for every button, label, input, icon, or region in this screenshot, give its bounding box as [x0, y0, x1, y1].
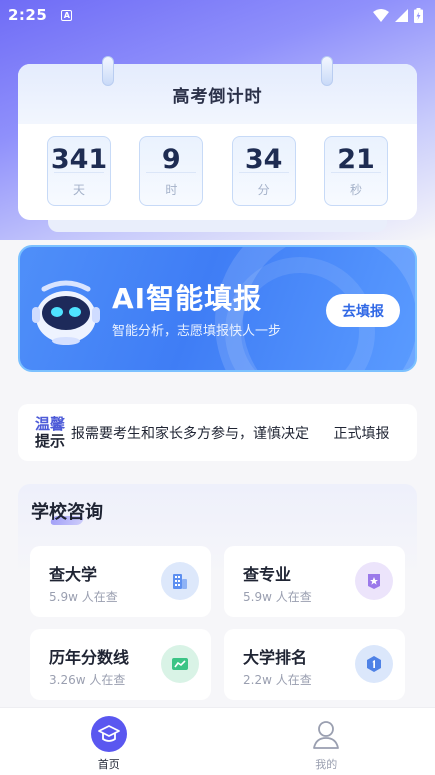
status-icons: [373, 7, 423, 23]
calendar-ring-left: [102, 56, 114, 86]
countdown-cells: 341 天 9 时 34 分 21 秒: [18, 136, 417, 206]
ai-banner-title: AI智能填报: [112, 282, 263, 315]
building-icon: [161, 562, 199, 600]
section-title: 学校咨询: [31, 502, 103, 523]
countdown-seconds: 21 秒: [323, 136, 388, 206]
countdown-header: 高考倒计时: [18, 64, 417, 124]
ai-banner-subtitle: 智能分析，志愿填报快人一步: [112, 324, 282, 339]
countdown-value: 34: [244, 143, 283, 175]
rank-shield-icon: [355, 645, 393, 683]
card-subtitle: 5.9w 人在查: [243, 590, 312, 604]
countdown-unit: 秒: [349, 182, 362, 197]
card-subtitle: 5.9w 人在查: [49, 590, 118, 604]
trend-card-icon: [161, 645, 199, 683]
tip-label-line1: 温馨: [35, 414, 66, 433]
nav-home-label: 首页: [97, 758, 120, 771]
tip-message: 正式填报: [333, 425, 390, 442]
ai-fill-banner[interactable]: AI智能填报 智能分析，志愿填报快人一步 去填报: [18, 245, 417, 372]
card-title: 查大学: [49, 565, 98, 584]
card-search-major[interactable]: 查专业 5.9w 人在查: [224, 546, 405, 617]
card-university-ranking[interactable]: 大学排名 2.2w 人在查: [224, 629, 405, 700]
countdown-unit: 天: [72, 182, 85, 197]
robot-icon: [32, 280, 100, 345]
tip-label: 温馨 提示: [35, 414, 71, 450]
school-consult-section: 学校咨询 查大学 5.9w 人在查 查专业 5.9w 人在查 历年分数线 3.2…: [18, 484, 417, 714]
signal-icon: [395, 8, 408, 22]
countdown-value: 341: [50, 143, 108, 175]
status-bar: 2:25 A: [0, 0, 435, 30]
card-subtitle: 2.2w 人在查: [243, 673, 312, 687]
nav-mine[interactable]: 我的: [218, 708, 435, 775]
countdown-value: 9: [161, 143, 181, 175]
tip-marquee: 报需要考生和家长多方参与，谨慎决定 正式填报: [71, 423, 389, 443]
card-title: 大学排名: [243, 648, 308, 667]
countdown-hours: 9 时: [139, 136, 204, 206]
notification-icon: A: [61, 9, 73, 21]
nav-home[interactable]: 首页: [0, 708, 218, 775]
countdown-days: 341 天: [47, 136, 111, 206]
tip-message: 报需要考生和家长多方参与，谨慎决定: [71, 425, 309, 442]
card-title: 查专业: [243, 565, 292, 584]
card-subtitle: 3.26w 人在查: [49, 673, 126, 687]
tip-label-line2: 提示: [35, 431, 66, 450]
card-historical-scores[interactable]: 历年分数线 3.26w 人在查: [30, 629, 211, 700]
graduation-cap-icon: [90, 716, 127, 752]
tip-bar: 温馨 提示 报需要考生和家长多方参与，谨慎决定 正式填报: [18, 404, 417, 461]
countdown-minutes: 34 分: [231, 136, 296, 206]
countdown-unit: 时: [165, 182, 178, 197]
status-time: 2:25: [8, 6, 48, 24]
countdown-card: 高考倒计时 341 天 9 时 34 分 21 秒: [18, 56, 417, 232]
countdown-title: 高考倒计时: [172, 86, 263, 107]
wifi-icon: [373, 8, 389, 22]
bottom-nav: 首页 我的: [0, 707, 435, 775]
countdown-value: 21: [337, 143, 375, 175]
battery-icon: [414, 7, 423, 23]
nav-mine-label: 我的: [315, 758, 338, 771]
countdown-unit: 分: [257, 182, 270, 197]
card-title: 历年分数线: [49, 648, 130, 667]
card-stack-shadow: [48, 220, 387, 232]
calendar-ring-right: [321, 56, 333, 86]
go-fill-button[interactable]: 去填报: [326, 294, 400, 327]
user-icon: [313, 721, 340, 749]
star-badge-icon: [355, 562, 393, 600]
card-search-university[interactable]: 查大学 5.9w 人在查: [30, 546, 211, 617]
